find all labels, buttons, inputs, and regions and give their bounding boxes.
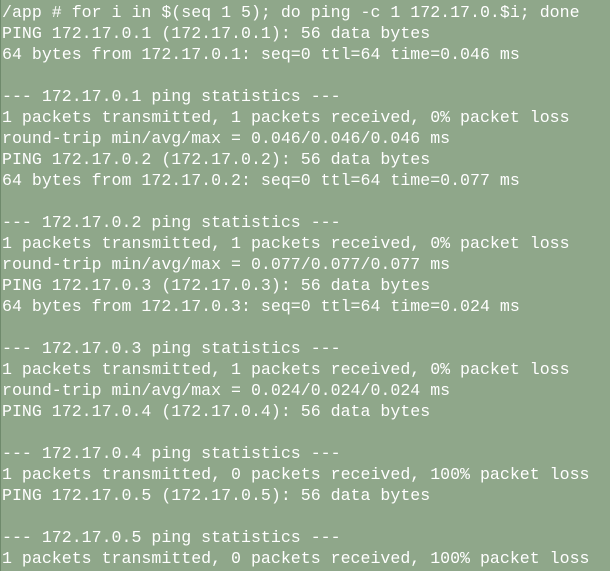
output-line: --- 172.17.0.5 ping statistics --- (2, 528, 341, 547)
output-line: 64 bytes from 172.17.0.2: seq=0 ttl=64 t… (2, 171, 520, 190)
output-line: --- 172.17.0.2 ping statistics --- (2, 213, 341, 232)
output-line: PING 172.17.0.5 (172.17.0.5): 56 data by… (2, 486, 431, 505)
output-line: 64 bytes from 172.17.0.3: seq=0 ttl=64 t… (2, 297, 520, 316)
terminal-window[interactable]: /app # for i in $(seq 1 5); do ping -c 1… (0, 0, 610, 571)
terminal-output: /app # for i in $(seq 1 5); do ping -c 1… (0, 2, 610, 571)
command-line: /app # for i in $(seq 1 5); do ping -c 1… (2, 3, 580, 22)
output-line: PING 172.17.0.2 (172.17.0.2): 56 data by… (2, 150, 431, 169)
output-line: 1 packets transmitted, 0 packets receive… (2, 465, 590, 484)
output-line: round-trip min/avg/max = 0.024/0.024/0.0… (2, 381, 451, 400)
output-line: 64 bytes from 172.17.0.1: seq=0 ttl=64 t… (2, 45, 520, 64)
output-line: 1 packets transmitted, 1 packets receive… (2, 108, 570, 127)
output-line: PING 172.17.0.3 (172.17.0.3): 56 data by… (2, 276, 431, 295)
output-line: --- 172.17.0.3 ping statistics --- (2, 339, 341, 358)
output-line: round-trip min/avg/max = 0.077/0.077/0.0… (2, 255, 451, 274)
output-line: 1 packets transmitted, 1 packets receive… (2, 234, 570, 253)
output-line: 1 packets transmitted, 0 packets receive… (2, 549, 590, 568)
output-line: 1 packets transmitted, 1 packets receive… (2, 360, 570, 379)
output-line: --- 172.17.0.1 ping statistics --- (2, 87, 341, 106)
output-line: PING 172.17.0.1 (172.17.0.1): 56 data by… (2, 24, 431, 43)
output-line: --- 172.17.0.4 ping statistics --- (2, 444, 341, 463)
window-left-border (0, 0, 1, 571)
output-line: round-trip min/avg/max = 0.046/0.046/0.0… (2, 129, 451, 148)
output-line: PING 172.17.0.4 (172.17.0.4): 56 data by… (2, 402, 431, 421)
